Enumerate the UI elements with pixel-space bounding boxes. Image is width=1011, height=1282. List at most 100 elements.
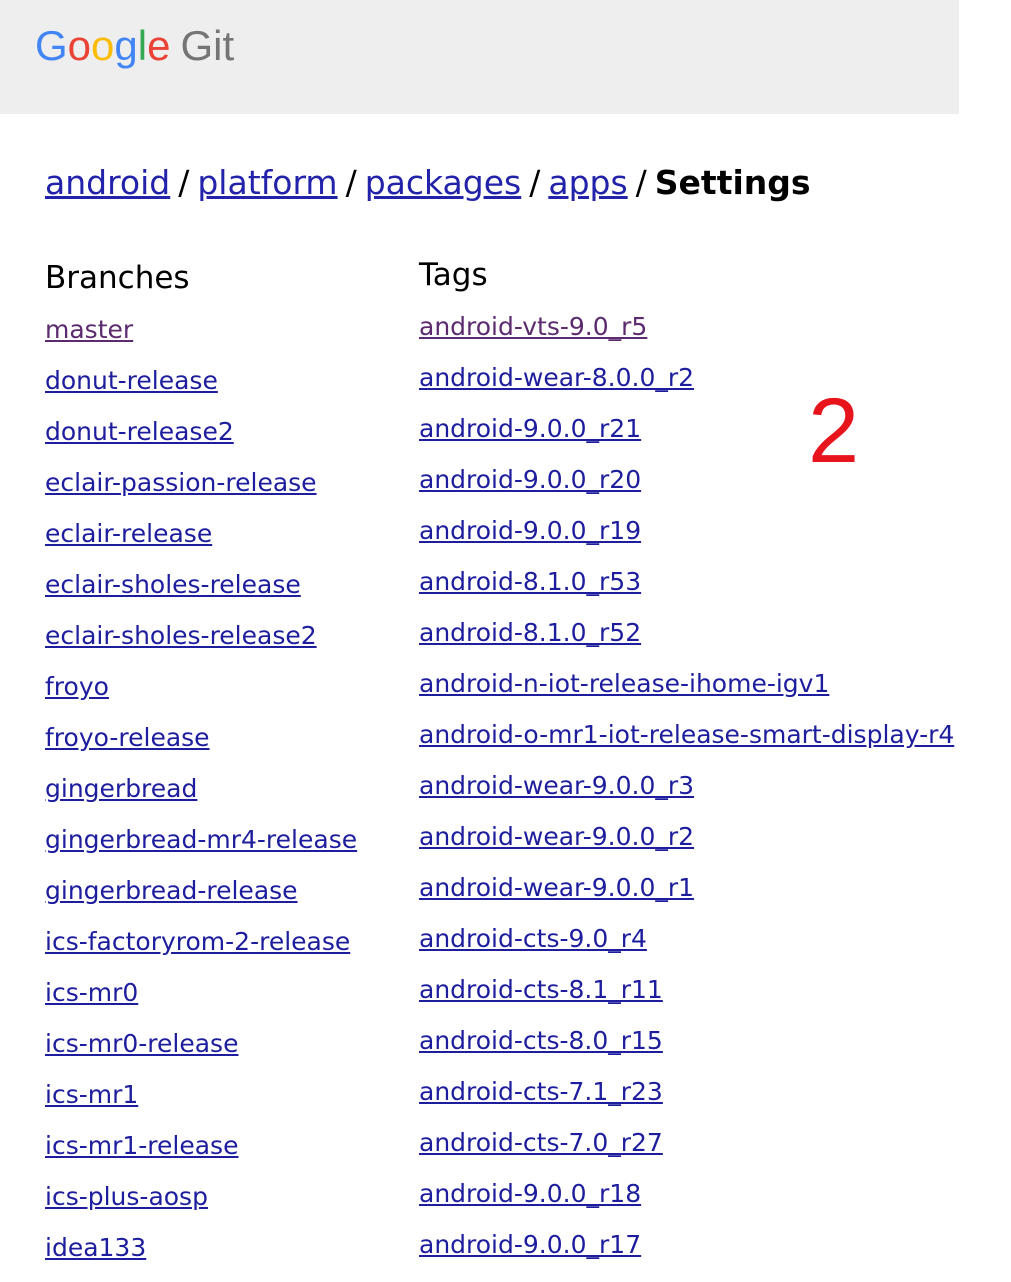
tag-item-link[interactable]: android-wear-9.0.0_r1 — [419, 873, 694, 902]
branch-item: eclair-release — [45, 508, 357, 559]
breadcrumb-apps[interactable]: apps — [548, 163, 627, 202]
branch-item-link[interactable]: ics-mr0 — [45, 978, 138, 1007]
tag-item: android-9.0.0_r17 — [419, 1219, 954, 1270]
logo-letter: l — [137, 22, 148, 69]
branch-item-link[interactable]: donut-release2 — [45, 417, 234, 446]
branch-item-link[interactable]: eclair-release — [45, 519, 212, 548]
tag-item: android-vts-9.0_r5 — [419, 301, 954, 352]
branch-item-link[interactable]: froyo — [45, 672, 109, 701]
breadcrumb-separator: / — [529, 163, 541, 202]
branch-item: idea133 — [45, 1222, 357, 1273]
branch-item: master — [45, 304, 357, 355]
branch-item: gingerbread — [45, 763, 357, 814]
branch-item-link[interactable]: ics-mr0-release — [45, 1029, 238, 1058]
tag-item-link[interactable]: android-wear-8.0.0_r2 — [419, 363, 694, 392]
branch-item: ics-plus-aosp — [45, 1171, 357, 1222]
tag-item: android-cts-9.0_r4 — [419, 913, 954, 964]
tag-item: android-cts-8.1_r11 — [419, 964, 954, 1015]
tag-item-link[interactable]: android-cts-7.1_r23 — [419, 1077, 663, 1106]
tags-section: Tags android-vts-9.0_r5 android-wear-8.0.… — [419, 249, 954, 1270]
tag-item: android-wear-9.0.0_r2 — [419, 811, 954, 862]
tag-item-link[interactable]: android-8.1.0_r53 — [419, 567, 641, 596]
branch-item: eclair-sholes-release2 — [45, 610, 357, 661]
branch-item: ics-mr1 — [45, 1069, 357, 1120]
branch-item: gingerbread-release — [45, 865, 357, 916]
branch-item: eclair-passion-release — [45, 457, 357, 508]
tag-item-link[interactable]: android-9.0.0_r17 — [419, 1230, 641, 1259]
branch-item: donut-release2 — [45, 406, 357, 457]
tag-item-link[interactable]: android-o-mr1-iot-release-smart-display-… — [419, 720, 954, 749]
tag-item: android-9.0.0_r18 — [419, 1168, 954, 1219]
branch-item: gingerbread-mr4-release — [45, 814, 357, 865]
annotation-number: 2 — [808, 380, 860, 482]
tag-item: android-n-iot-release-ihome-igv1 — [419, 658, 954, 709]
branch-item: ics-mr0-release — [45, 1018, 357, 1069]
branches-list: master donut-release donut-release2 eclair-… — [45, 304, 357, 1273]
tag-item-link[interactable]: android-8.1.0_r52 — [419, 618, 641, 647]
branch-item-link[interactable]: eclair-passion-release — [45, 468, 317, 497]
tag-item: android-wear-9.0.0_r1 — [419, 862, 954, 913]
branch-item-link[interactable]: gingerbread — [45, 774, 197, 803]
breadcrumb-platform[interactable]: platform — [197, 163, 337, 202]
logo-letter: e — [147, 22, 171, 69]
tag-item-link[interactable]: android-cts-8.0_r15 — [419, 1026, 663, 1055]
branch-item-link[interactable]: ics-factoryrom-2-release — [45, 927, 350, 956]
tag-item-link[interactable]: android-wear-9.0.0_r3 — [419, 771, 694, 800]
branch-item-link[interactable]: froyo-release — [45, 723, 210, 752]
tag-item: android-cts-7.0_r27 — [419, 1117, 954, 1168]
branch-item: ics-factoryrom-2-release — [45, 916, 357, 967]
branch-item-link[interactable]: ics-mr1-release — [45, 1131, 238, 1160]
tag-item: android-8.1.0_r52 — [419, 607, 954, 658]
tag-item: android-cts-7.1_r23 — [419, 1066, 954, 1117]
tag-item: android-9.0.0_r19 — [419, 505, 954, 556]
branches-heading: Branches — [45, 260, 190, 296]
tag-item-link[interactable]: android-n-iot-release-ihome-igv1 — [419, 669, 829, 698]
logo-letter: G — [35, 22, 68, 69]
tags-heading: Tags — [419, 257, 488, 293]
branch-item-link[interactable]: eclair-sholes-release — [45, 570, 301, 599]
branch-item: eclair-sholes-release — [45, 559, 357, 610]
breadcrumb-separator: / — [635, 163, 647, 202]
branch-item: froyo-release — [45, 712, 357, 763]
breadcrumb-android[interactable]: android — [45, 163, 170, 202]
tags-list: android-vts-9.0_r5 android-wear-8.0.0_r2a… — [419, 301, 954, 1270]
google-git-logo[interactable]: G o o g l e Git — [35, 22, 234, 78]
branch-item-link[interactable]: ics-mr1 — [45, 1080, 138, 1109]
breadcrumb-packages[interactable]: packages — [365, 163, 522, 202]
logo-letter: g — [114, 22, 138, 69]
tag-item: android-9.0.0_r21 — [419, 403, 954, 454]
tag-item-link[interactable]: android-cts-8.1_r11 — [419, 975, 663, 1004]
logo-letter: o — [67, 22, 92, 69]
branch-item-link[interactable]: master — [45, 315, 133, 344]
tag-item: android-wear-8.0.0_r2 — [419, 352, 954, 403]
branch-item-link[interactable]: ics-plus-aosp — [45, 1182, 208, 1211]
branch-item-link[interactable]: idea133 — [45, 1233, 146, 1262]
branch-item: donut-release — [45, 355, 357, 406]
branch-item-link[interactable]: donut-release — [45, 366, 218, 395]
tag-item: android-8.1.0_r53 — [419, 556, 954, 607]
header-bar: G o o g l e Git — [0, 0, 959, 114]
tag-item-link[interactable]: android-9.0.0_r21 — [419, 414, 641, 443]
branch-item-link[interactable]: gingerbread-mr4-release — [45, 825, 357, 854]
breadcrumb: android / platform / packages / apps / Settings — [45, 160, 811, 206]
branch-item-link[interactable]: gingerbread-release — [45, 876, 298, 905]
branch-item: froyo — [45, 661, 357, 712]
tag-item-link[interactable]: android-9.0.0_r20 — [419, 465, 641, 494]
breadcrumb-separator: / — [345, 163, 357, 202]
branch-item: ics-mr1-release — [45, 1120, 357, 1171]
tag-item-link[interactable]: android-9.0.0_r18 — [419, 1179, 641, 1208]
breadcrumb-current: Settings — [654, 163, 811, 202]
tag-item-link[interactable]: android-wear-9.0.0_r2 — [419, 822, 694, 851]
tag-item: android-o-mr1-iot-release-smart-display-… — [419, 709, 954, 760]
tag-item-link[interactable]: android-9.0.0_r19 — [419, 516, 641, 545]
tag-item-link[interactable]: android-cts-9.0_r4 — [419, 924, 647, 953]
branch-item-link[interactable]: eclair-sholes-release2 — [45, 621, 317, 650]
branch-item: ics-mr0 — [45, 967, 357, 1018]
tag-item: android-cts-8.0_r15 — [419, 1015, 954, 1066]
tag-item-link[interactable]: android-vts-9.0_r5 — [419, 312, 647, 341]
tag-item: android-9.0.0_r20 — [419, 454, 954, 505]
logo-suffix: Git — [180, 22, 235, 69]
branches-section: Branches master donut-release donut-releas… — [45, 252, 357, 1273]
breadcrumb-separator: / — [178, 163, 190, 202]
tag-item-link[interactable]: android-cts-7.0_r27 — [419, 1128, 663, 1157]
